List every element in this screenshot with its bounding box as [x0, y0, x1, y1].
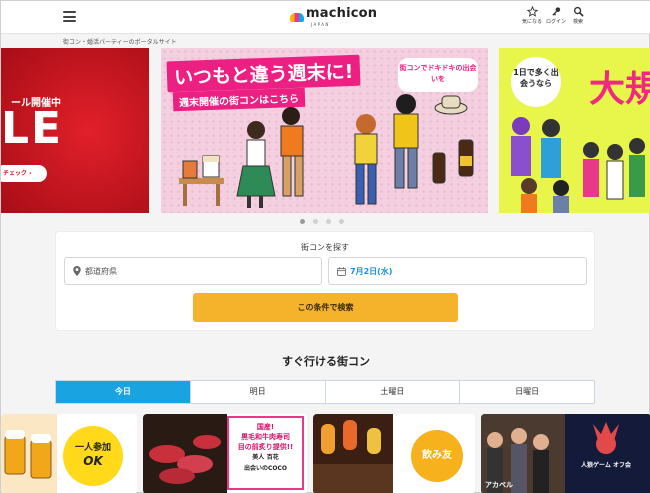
carousel-dot[interactable] [313, 219, 318, 224]
prefecture-placeholder: 都道府県 [85, 266, 117, 276]
site-logo[interactable]: machicon JAPAN [290, 7, 377, 29]
carousel-pagination [300, 219, 344, 224]
site-header: machicon JAPAN 気になる ログイン 検索 [1, 1, 650, 34]
search-panel-title: 街コンを探す [301, 243, 349, 252]
search-submit-button[interactable]: この条件で検索 [193, 293, 458, 322]
tab-tomorrow[interactable]: 明日 [191, 381, 326, 403]
tab-saturday[interactable]: 土曜日 [326, 381, 461, 403]
favorites-button[interactable]: 気になる [519, 6, 545, 25]
prefecture-select[interactable]: 都道府県 [64, 257, 322, 285]
event-sublabel: アカペル [485, 481, 513, 489]
crowd-illustration [511, 117, 645, 213]
banner-slide-sale[interactable]: ール開催中 LE チェック › [1, 48, 149, 213]
logo-mark-icon [290, 13, 304, 22]
event-card[interactable]: 一人参加 OK [1, 414, 137, 493]
date-value: 7月2日(水) [350, 266, 393, 276]
search-label: 検索 [572, 19, 583, 25]
tab-today[interactable]: 今日 [56, 381, 191, 403]
calendar-icon [337, 266, 346, 276]
event-card[interactable]: 飲み友 [313, 414, 475, 493]
event-card[interactable]: 国産! 黒毛和牛肉寿司 目の前炙り提供!! 美人 百花 出会いのCOCO [143, 414, 307, 493]
promo-line1: 国産! [256, 423, 275, 431]
sale-check-button[interactable]: チェック › [1, 165, 47, 182]
banner-slide-large-party[interactable]: 1日で多く出会うなら 大規パー [499, 48, 650, 213]
izakaya-street-image [313, 414, 393, 493]
promo-line6: 出会いのCOCO [243, 465, 287, 472]
day-tabs: 今日 明日 土曜日 日曜日 [55, 380, 595, 404]
beer-toast-illustration [1, 414, 57, 493]
promo-line3: 目の前炙り提供!! [237, 443, 294, 451]
carousel-dot[interactable] [300, 219, 305, 224]
key-icon [551, 7, 560, 16]
banner-slide-weekend[interactable]: いつもと違う週末に! 週末開催の街コンはこちら 街コンでドキドキの出会いを [161, 48, 488, 213]
promo-line4: 美人 [252, 454, 265, 461]
event-search-panel: 街コンを探す 都道府県 7月2日(水) この条件で検索 [55, 231, 595, 331]
promo-line5: 百花 [266, 454, 279, 461]
solo-ok-badge: 一人参加 OK [63, 426, 123, 486]
sale-big-text: LE [1, 103, 64, 154]
logo-text: machicon [306, 6, 378, 21]
logo-subtext: JAPAN [311, 22, 330, 27]
carousel-dot[interactable] [326, 219, 331, 224]
banner-carousel[interactable]: ール開催中 LE チェック › いつもと違う週末に! 週末開催の街コンはこちら … [1, 48, 650, 213]
star-icon [526, 6, 538, 17]
search-button[interactable]: 検索 [565, 6, 591, 25]
date-select[interactable]: 7月2日(水) [328, 257, 587, 285]
tab-sunday[interactable]: 日曜日 [460, 381, 594, 403]
search-icon [573, 6, 583, 17]
sale-check-label: チェック [3, 170, 28, 177]
favorites-label: 気になる [521, 19, 542, 25]
location-pin-icon [73, 266, 81, 276]
wagyu-promo-panel: 国産! 黒毛和牛肉寿司 目の前炙り提供!! 美人 百花 出会いのCOCO [227, 416, 304, 490]
solo-ok-line1: 一人参加 [74, 443, 111, 453]
section-title-soon: すぐ行ける街コン [282, 355, 370, 368]
menu-icon[interactable] [63, 11, 76, 22]
event-card[interactable]: 人狼ゲーム オフ会 アカペル [481, 414, 650, 493]
promo-line2: 黒毛和牛肉寿司 [241, 433, 290, 441]
event-card-list: 一人参加 OK 国産! 黒毛和牛肉寿司 目の前炙り提供!! 美人 百花 出会いの… [1, 414, 650, 493]
breadcrumb[interactable]: 街コン・婚活パーティーのポータルサイト [63, 37, 177, 46]
carousel-dot[interactable] [339, 219, 344, 224]
wagyu-sushi-image [143, 414, 227, 493]
party-people-illustration [179, 94, 474, 208]
solo-ok-line2: OK [83, 454, 103, 468]
nomitomo-badge: 飲み友 [411, 430, 463, 482]
werewolf-game-title: 人狼ゲーム オフ会 [581, 462, 631, 469]
